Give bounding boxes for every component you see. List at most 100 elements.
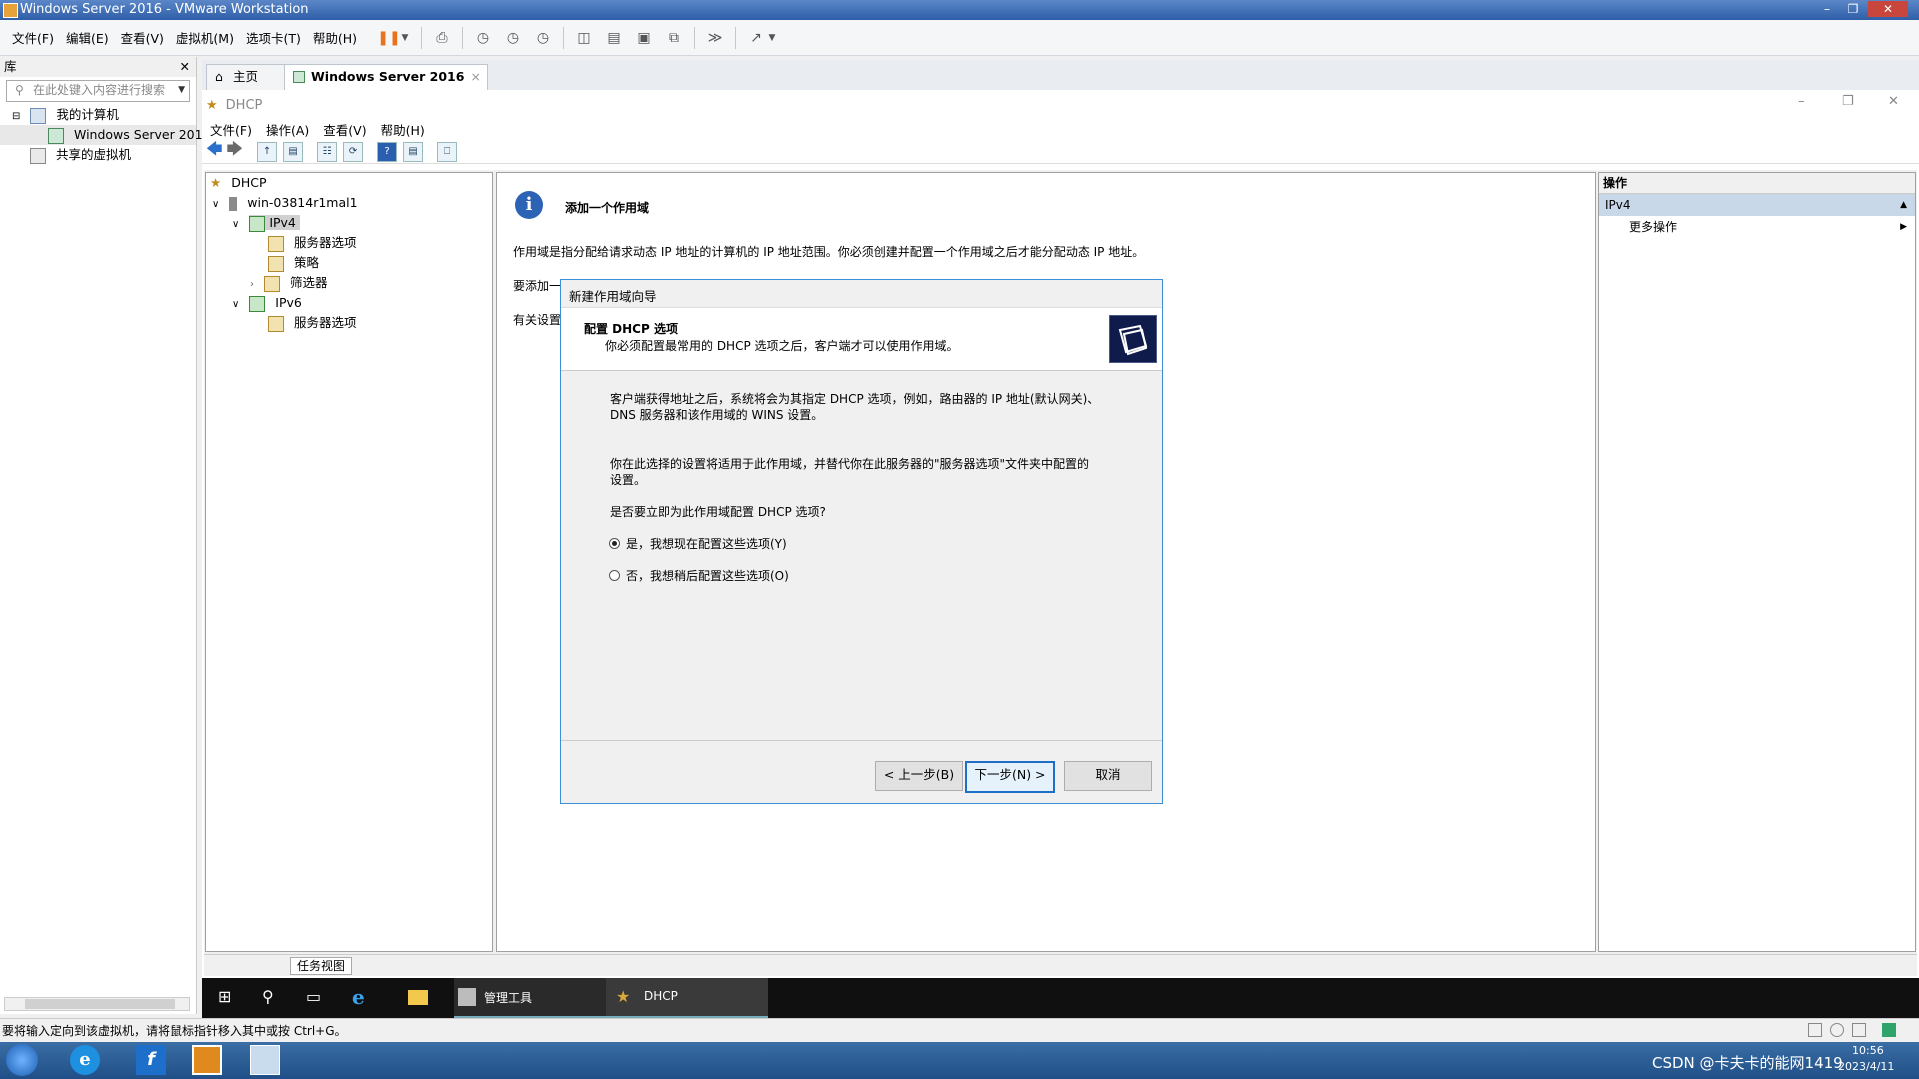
vm-icon (293, 71, 305, 83)
tree-item-shared-vms[interactable]: 共享的虚拟机 (0, 145, 196, 165)
back-arrow-icon[interactable]: 🡄 (206, 138, 223, 165)
tree-item-dhcp[interactable]: ★ DHCP (206, 173, 492, 193)
tree-item-policies[interactable]: 策略 (206, 253, 492, 273)
next-button[interactable]: 下一步(N) > (965, 761, 1055, 793)
close-icon[interactable]: ✕ (1888, 94, 1899, 109)
chevron-down-icon[interactable]: ∨ (232, 299, 239, 310)
chevron-down-icon[interactable]: ▼ (178, 81, 185, 99)
unity-icon[interactable]: ⧉ (664, 28, 684, 48)
console-icon[interactable]: ≫ (705, 28, 725, 48)
actions-section-ipv4[interactable]: IPv4 ▲ (1599, 194, 1915, 216)
thumbnail-icon[interactable]: ▤ (604, 28, 624, 48)
minimize-icon[interactable]: – (1798, 94, 1805, 109)
radio-checked-icon[interactable] (609, 538, 620, 549)
menu-view[interactable]: 查看(V) (323, 120, 366, 139)
tree-item-ipv6[interactable]: ∨ IPv6 (206, 293, 492, 313)
option-yes-radio[interactable]: 是，我想现在配置这些选项(Y) (609, 535, 787, 552)
collapse-icon[interactable]: ▲ (1900, 194, 1907, 216)
library-toggle-icon[interactable]: ◫ (574, 28, 594, 48)
message-icon[interactable] (1882, 1023, 1896, 1037)
pause-icon[interactable]: ❚❚ (377, 28, 400, 48)
menu-action[interactable]: 操作(A) (266, 120, 309, 139)
console-tree: ★ DHCP ∨ win-03814r1mal1 ∨ IPv4 服务器选项 策略… (205, 172, 493, 952)
wizard-folder-icon (1109, 315, 1157, 363)
tree-item-ipv4-server-options[interactable]: 服务器选项 (206, 233, 492, 253)
up-folder-icon[interactable]: ↑ (257, 141, 278, 162)
tree-item-filters[interactable]: › 筛选器 (206, 273, 492, 293)
chevron-right-icon[interactable]: ▶ (1900, 216, 1907, 238)
refresh-icon[interactable]: ⟳ (343, 141, 364, 162)
forward-arrow-icon[interactable]: 🡆 (227, 138, 244, 165)
snapshot-icon[interactable]: ◷ (473, 28, 493, 48)
help-icon[interactable]: ? (377, 141, 398, 162)
ie-icon[interactable]: e (352, 985, 365, 1009)
ie-icon[interactable]: e (70, 1045, 100, 1075)
flash-icon[interactable]: f (136, 1045, 166, 1075)
menu-file[interactable]: 文件(F) (210, 120, 252, 139)
tree-item-my-computer[interactable]: ⊟ 我的计算机 (0, 105, 196, 125)
chevron-down-icon[interactable]: ∨ (212, 199, 219, 210)
windows-start-icon[interactable]: ⊞ (218, 988, 236, 1006)
tree-label: 共享的虚拟机 (55, 147, 131, 162)
chevron-down-icon[interactable]: ▼ (766, 28, 778, 48)
tree-item-windows-server[interactable]: Windows Server 2016 (0, 125, 211, 145)
menu-view[interactable]: 查看(V) (121, 28, 164, 47)
cancel-button[interactable]: 取消 (1064, 761, 1152, 791)
fullscreen-icon[interactable]: ▣ (634, 28, 654, 48)
stretch-icon[interactable]: ↗ (746, 28, 766, 48)
tree-item-server[interactable]: ∨ win-03814r1mal1 (206, 193, 492, 213)
task-view-icon[interactable]: ▭ (306, 987, 321, 1006)
search-icon[interactable]: ⚲ (262, 987, 274, 1006)
send-keys-icon[interactable]: ⎙ (432, 28, 452, 48)
radio-unchecked-icon[interactable] (609, 570, 620, 581)
close-icon[interactable]: × (471, 65, 481, 89)
hdd-icon[interactable] (1808, 1023, 1822, 1037)
more-actions-item[interactable]: 更多操作 ▶ (1599, 216, 1915, 238)
mmc-titlebar: ★ DHCP – ❐ ✕ (202, 92, 1919, 118)
minimize-icon[interactable]: – (1816, 1, 1838, 17)
action-pane-icon[interactable]: ▤ (403, 141, 424, 162)
tree-item-ipv4[interactable]: ∨ IPv4 (206, 213, 492, 233)
menu-tabs[interactable]: 选项卡(T) (246, 28, 301, 47)
vmware-app-icon[interactable] (192, 1045, 222, 1075)
tab-windows-server[interactable]: Windows Server 2016 × (284, 64, 488, 91)
collapse-icon[interactable]: ⊟ (12, 111, 20, 122)
chevron-down-icon[interactable]: ▼ (399, 28, 411, 48)
vm-tabs: ⌂ 主页 × Windows Server 2016 × (202, 60, 1919, 91)
close-icon[interactable]: ✕ (1868, 1, 1908, 17)
network-icon[interactable] (1852, 1023, 1866, 1037)
chevron-right-icon[interactable]: › (250, 279, 254, 290)
menu-file[interactable]: 文件(F) (12, 28, 54, 47)
revert-snapshot-icon[interactable]: ◷ (503, 28, 523, 48)
library-horizontal-scrollbar[interactable] (4, 997, 190, 1011)
app-window-icon[interactable] (250, 1045, 280, 1075)
monitor-icon[interactable]: ⎕ (437, 141, 458, 162)
option-no-label[interactable]: 否，我想稍后配置这些选项(O) (626, 567, 789, 584)
menu-help[interactable]: 帮助(H) (381, 120, 425, 139)
cd-icon[interactable] (1830, 1023, 1844, 1037)
menu-edit[interactable]: 编辑(E) (66, 28, 109, 47)
task-view-tab[interactable]: 任务视图 (290, 957, 353, 975)
tree-item-ipv6-server-options[interactable]: 服务器选项 (206, 313, 492, 333)
file-explorer-icon[interactable] (408, 990, 428, 1005)
start-orb-icon[interactable] (6, 1044, 38, 1076)
library-search-input[interactable]: ⚲ 在此处键入内容进行搜索 ▼ (6, 80, 190, 102)
taskbar-item-dhcp[interactable]: ★ DHCP (606, 978, 768, 1018)
tree-label: DHCP (231, 175, 267, 190)
taskbar-item-admin-tools[interactable]: 管理工具 (454, 978, 606, 1018)
clock-time: 10:56 (1852, 1044, 1884, 1057)
option-yes-label[interactable]: 是，我想现在配置这些选项(Y) (626, 535, 787, 552)
menu-vm[interactable]: 虚拟机(M) (176, 28, 234, 47)
properties-icon[interactable]: ☷ (317, 141, 338, 162)
separator (735, 26, 737, 49)
back-button[interactable]: < 上一步(B) (875, 761, 963, 791)
snapshot-manager-icon[interactable]: ◷ (533, 28, 553, 48)
restore-icon[interactable]: ❐ (1842, 1, 1864, 17)
option-no-radio[interactable]: 否，我想稍后配置这些选项(O) (609, 567, 789, 584)
scrollbar-thumb[interactable] (25, 999, 175, 1009)
restore-icon[interactable]: ❐ (1842, 94, 1854, 109)
close-icon[interactable]: ✕ (180, 57, 190, 77)
show-tree-icon[interactable]: ▤ (283, 141, 304, 162)
menu-help[interactable]: 帮助(H) (313, 28, 357, 47)
chevron-down-icon[interactable]: ∨ (232, 219, 239, 230)
